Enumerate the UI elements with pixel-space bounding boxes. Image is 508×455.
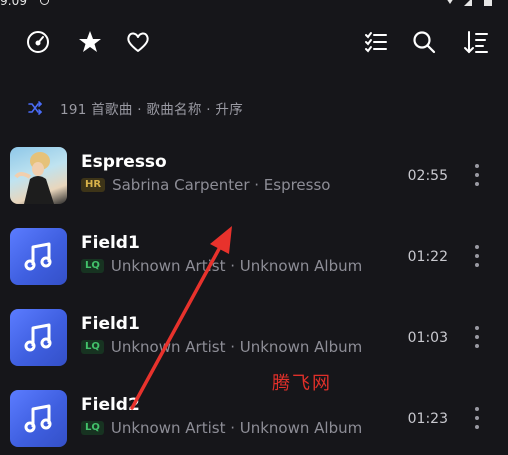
music-note-icon	[10, 309, 67, 366]
song-row[interactable]: Field1 LQ Unknown Artist · Unknown Album…	[0, 300, 508, 374]
song-subtitle: Sabrina Carpenter · Espresso	[112, 176, 331, 194]
search-icon[interactable]	[410, 28, 438, 56]
alarm-icon	[40, 0, 49, 5]
more-vert-icon[interactable]	[470, 243, 484, 269]
song-duration: 02:55	[407, 168, 448, 184]
song-meta: LQ Unknown Artist · Unknown Album	[81, 257, 362, 275]
watermark-text: 腾飞网	[272, 373, 332, 394]
summary-text: 191 首歌曲 · 歌曲名称 · 升序	[60, 102, 244, 118]
song-title: Espresso	[81, 152, 167, 172]
checklist-icon[interactable]	[362, 28, 390, 56]
music-note-icon	[10, 390, 67, 447]
song-title: Field1	[81, 233, 140, 253]
sort-icon[interactable]	[462, 28, 490, 56]
song-subtitle: Unknown Artist · Unknown Album	[110, 338, 363, 356]
song-duration: 01:03	[407, 330, 448, 346]
quality-badge: LQ	[81, 340, 104, 354]
more-vert-icon[interactable]	[470, 405, 484, 431]
quality-badge: LQ	[81, 421, 104, 435]
song-row[interactable]: Espresso HR Sabrina Carpenter · Espresso…	[0, 138, 508, 212]
heart-icon[interactable]	[124, 28, 152, 56]
song-meta: LQ Unknown Artist · Unknown Album	[81, 338, 362, 356]
song-summary[interactable]: 191 首歌曲 · 歌曲名称 · 升序	[28, 96, 243, 120]
star-sparkle-icon[interactable]	[76, 28, 104, 56]
shuffle-icon[interactable]	[28, 101, 42, 115]
music-note-icon	[10, 228, 67, 285]
song-duration: 01:22	[407, 249, 448, 265]
song-subtitle: Unknown Artist · Unknown Album	[110, 257, 363, 275]
song-meta: HR Sabrina Carpenter · Espresso	[81, 176, 330, 194]
song-row[interactable]: Field2 LQ Unknown Artist · Unknown Album…	[0, 381, 508, 455]
song-duration: 01:23	[407, 411, 448, 427]
top-toolbar	[0, 22, 508, 62]
song-row[interactable]: Field1 LQ Unknown Artist · Unknown Album…	[0, 219, 508, 293]
signal-icons	[447, 0, 492, 6]
song-title: Field2	[81, 395, 140, 415]
more-vert-icon[interactable]	[470, 324, 484, 350]
quality-badge: LQ	[81, 259, 104, 273]
more-vert-icon[interactable]	[470, 162, 484, 188]
quality-badge: HR	[81, 178, 106, 192]
song-title: Field1	[81, 314, 140, 334]
album-art	[10, 147, 67, 204]
status-time: 9:09	[0, 0, 27, 8]
status-bar: 9:09	[0, 0, 508, 10]
gauge-icon[interactable]	[24, 28, 52, 56]
